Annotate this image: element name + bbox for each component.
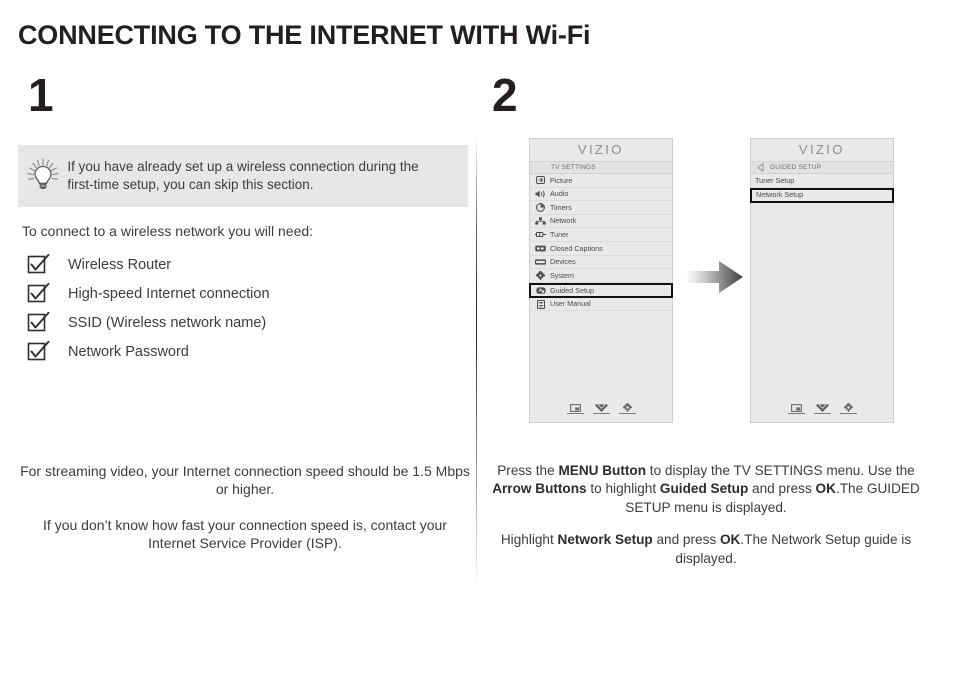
tv-menu-item-label: Network Setup (756, 190, 804, 200)
instruction-text: to display the TV SETTINGS menu. Use the (646, 463, 915, 478)
list-item: Network Password (26, 339, 270, 365)
double-chevron-down-icon[interactable] (813, 404, 831, 414)
tv-menu-list: Tuner Setup Network Setup (750, 174, 894, 203)
tv-menu-item-label: User Manual (550, 299, 591, 309)
footnote-streaming-speed: For streaming video, your Internet conne… (20, 463, 470, 498)
footnote-isp: If you don’t know how fast your connecti… (43, 516, 447, 552)
note-text: If you have already set up a wireless co… (67, 159, 419, 192)
tv-menu-item-system[interactable]: System (530, 269, 672, 283)
tv-menu-item-label: Audio (550, 189, 569, 199)
tv-menu-item-label: Tuner Setup (755, 175, 795, 185)
clock-icon (535, 203, 546, 212)
vizio-logo: VIZIO (578, 143, 624, 157)
left-footnotes: For streaming video, your Internet conne… (20, 462, 470, 553)
instruction-paragraph: Highlight Network Setup and press OK.The… (482, 531, 930, 568)
tv-panel-footer (530, 403, 672, 414)
manual-page: CONNECTING TO THE INTERNET WITH Wi-Fi 1 … (0, 0, 954, 673)
tv-menu-item-label: Tuner (550, 230, 569, 240)
audio-icon (535, 189, 546, 198)
panel-subheader-guided-setup: GUIDED SETUP (751, 161, 893, 174)
instruction-text: Highlight (500, 532, 558, 548)
instruction-text: Press the (497, 463, 559, 478)
column-divider (476, 136, 477, 592)
tuner-icon (535, 230, 546, 239)
emphasis-text: OK (719, 532, 741, 548)
tv-menu-item-network[interactable]: Network (530, 215, 672, 229)
tv-menu-item-picture[interactable]: Picture (530, 174, 672, 188)
book-icon (535, 299, 546, 309)
checkbox-checked-icon (26, 311, 56, 334)
emphasis-text: Guided Setup (659, 481, 749, 497)
note-box: If you have already set up a wireless co… (18, 145, 468, 207)
list-item: SSID (Wireless network name) (26, 310, 270, 336)
tv-menu-item-label: Network (550, 216, 577, 226)
double-chevron-down-icon[interactable] (592, 404, 610, 414)
panel-subheader-tv-settings: TV SETTINGS (530, 161, 672, 174)
emphasis-text: MENU Button (558, 463, 647, 478)
gear-icon[interactable] (839, 403, 857, 414)
instruction-text: and press (652, 532, 720, 548)
tv-menu-item-label: Timers (550, 202, 572, 212)
tv-menu-item-tuner[interactable]: Tuner (530, 228, 672, 242)
checkbox-checked-icon (26, 282, 56, 305)
list-item-label: High-speed Internet connection (68, 286, 270, 302)
step-number-1: 1 (28, 69, 54, 121)
instruction-text: to highlight (586, 481, 660, 497)
intro-line: To connect to a wireless network you wil… (22, 223, 314, 239)
guided-setup-icon (535, 286, 546, 295)
tv-menu-item-label: Guided Setup (550, 285, 594, 295)
tv-menu-panel-guided-setup: VIZIO GUIDED SETUP Tuner Setup Network Se… (750, 138, 894, 423)
tv-menu-item-network-setup[interactable]: Network Setup (750, 187, 894, 203)
tv-menu-item-label: Picture (550, 175, 573, 185)
tv-menu-item-label: Devices (550, 257, 576, 267)
devices-icon (535, 257, 546, 266)
instruction-text: and press (748, 481, 816, 497)
checkbox-checked-icon (26, 340, 56, 363)
tv-menu-item-closed-captions[interactable]: Closed Captions (530, 242, 672, 256)
tv-menu-item-user-manual[interactable]: User Manual (530, 298, 672, 312)
list-item-label: Wireless Router (68, 257, 172, 273)
step-number-2: 2 (492, 69, 518, 121)
emphasis-text: Arrow Buttons (492, 481, 587, 497)
right-arrow-icon (686, 259, 744, 300)
checkbox-checked-icon (26, 253, 56, 276)
network-icon (535, 217, 546, 226)
lightbulb-icon (18, 156, 67, 196)
list-item-label: Network Password (68, 344, 189, 360)
picture-in-picture-icon[interactable] (566, 404, 584, 414)
back-arrow-icon[interactable] (757, 163, 764, 172)
picture-in-picture-icon[interactable] (787, 404, 805, 414)
tv-menu-item-guided-setup[interactable]: Guided Setup (529, 282, 673, 298)
list-item-label: SSID (Wireless network name) (68, 315, 267, 331)
tv-menu-panel-settings: VIZIO TV SETTINGS Picture Audio Timers Netw… (529, 138, 673, 423)
tv-menu-item-label: Closed Captions (550, 243, 603, 253)
gear-icon (535, 270, 546, 280)
picture-icon (535, 176, 546, 185)
list-item: Wireless Router (26, 252, 270, 278)
vizio-logo: VIZIO (799, 143, 845, 157)
instruction-paragraph: Press the MENU Button to display the TV … (482, 462, 930, 517)
tv-menu-item-devices[interactable]: Devices (530, 256, 672, 270)
requirements-checklist: Wireless Router High-speed Internet conn… (26, 252, 270, 368)
tv-menu-item-timers[interactable]: Timers (530, 201, 672, 215)
emphasis-text: OK (815, 481, 836, 497)
step-2-instructions: Press the MENU Button to display the TV … (482, 462, 930, 568)
tv-menu-list: Picture Audio Timers Network Tuner Closed Cap… (529, 174, 673, 312)
emphasis-text: Network Setup (557, 532, 653, 548)
closed-captions-icon (535, 244, 546, 253)
list-item: High-speed Internet connection (26, 281, 270, 307)
gear-icon[interactable] (618, 403, 636, 414)
page-title: CONNECTING TO THE INTERNET WITH Wi-Fi (18, 20, 591, 50)
tv-panel-footer (751, 403, 893, 414)
panel-subheader-label: GUIDED SETUP (770, 164, 822, 171)
tv-menu-item-tuner-setup[interactable]: Tuner Setup (751, 174, 893, 188)
tv-menu-item-audio[interactable]: Audio (530, 188, 672, 202)
tv-menu-item-label: System (550, 270, 574, 280)
